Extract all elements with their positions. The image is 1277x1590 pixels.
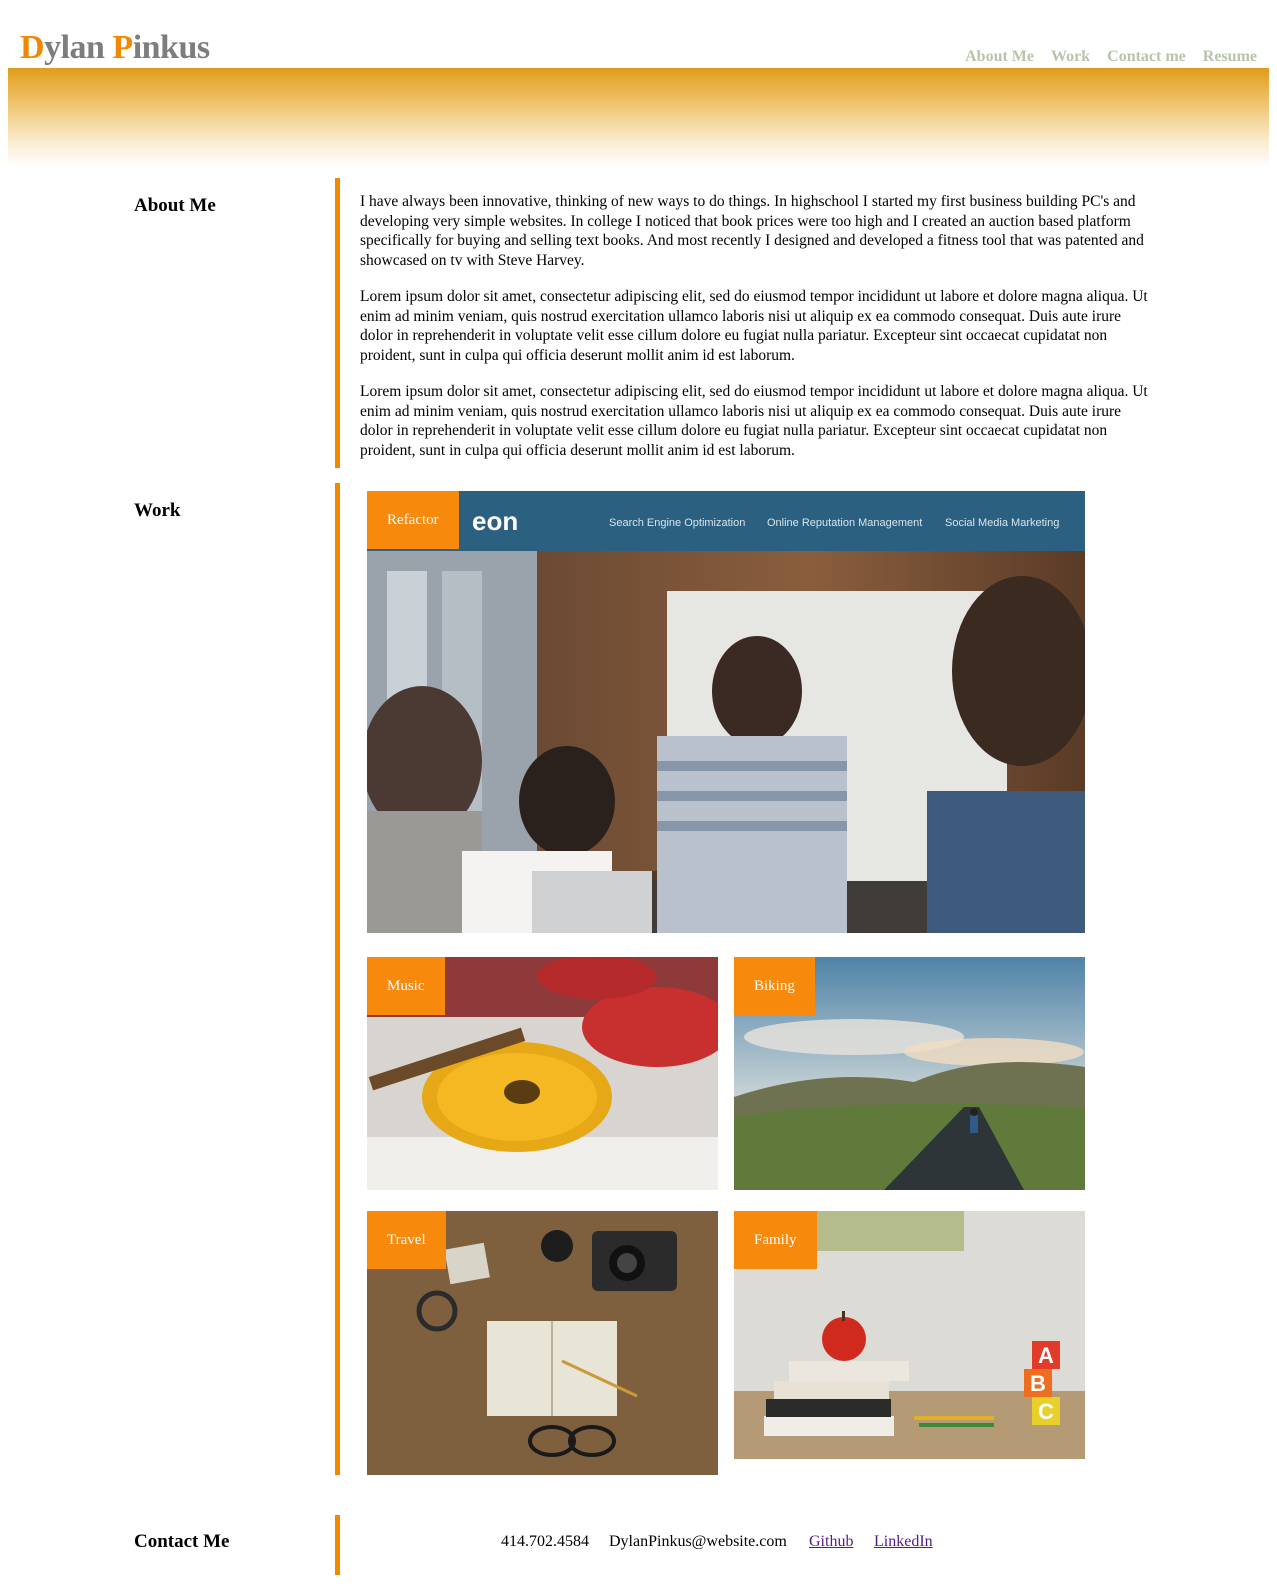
brand-first-rest: ylan xyxy=(44,29,113,66)
brand-initial-last: P xyxy=(112,29,133,66)
linkedin-link[interactable]: LinkedIn xyxy=(874,1533,933,1551)
tile-tag-family: Family xyxy=(734,1211,817,1269)
site-nav-orm: Online Reputation Management xyxy=(767,517,922,529)
tile-tag-travel: Travel xyxy=(367,1211,446,1269)
tile-tag-biking: Biking xyxy=(734,957,815,1015)
site-brand[interactable]: Dylan Pinkus xyxy=(20,28,210,68)
contact-heading: Contact Me xyxy=(134,1531,230,1552)
block-b-letter: B xyxy=(1030,1371,1046,1396)
work-tile-family[interactable]: A B C Family xyxy=(734,1211,1085,1459)
about-text: I have always been innovative, thinking … xyxy=(360,192,1150,477)
about-paragraph: Lorem ipsum dolor sit amet, consectetur … xyxy=(360,288,1148,364)
work-tile-travel[interactable]: Travel xyxy=(367,1211,718,1475)
site-header: Dylan Pinkus About Me Work Contact me Re… xyxy=(8,0,1269,170)
brand-initial-first: D xyxy=(20,29,45,66)
github-link[interactable]: Github xyxy=(809,1533,853,1551)
about-paragraph: I have always been innovative, thinking … xyxy=(360,193,1144,269)
contact-email: DylanPinkus@website.com xyxy=(609,1533,787,1550)
office-meeting-image: eon Search Engine Optimization Online Re… xyxy=(367,491,1085,933)
block-a-letter: A xyxy=(1038,1343,1054,1368)
contact-divider xyxy=(335,1515,340,1575)
about-divider xyxy=(335,178,340,468)
block-c-letter: C xyxy=(1038,1399,1054,1424)
about-heading: About Me xyxy=(134,195,216,216)
work-tile-biking[interactable]: Biking xyxy=(734,957,1085,1190)
work-tile-music[interactable]: Music xyxy=(367,957,718,1190)
brand-last-rest: inkus xyxy=(132,29,210,66)
tile-tag-music: Music xyxy=(367,957,445,1015)
tile-tag-refactor: Refactor xyxy=(367,491,459,549)
top-nav: About Me Work Contact me Resume xyxy=(952,48,1257,66)
about-paragraph: Lorem ipsum dolor sit amet, consectetur … xyxy=(360,383,1148,459)
contact-phone: 414.702.4584 xyxy=(501,1533,589,1550)
work-divider xyxy=(335,483,340,1475)
site-logo-fragment: eon xyxy=(472,506,518,536)
work-tile-refactor[interactable]: eon Search Engine Optimization Online Re… xyxy=(367,491,1085,933)
work-heading: Work xyxy=(134,500,181,521)
site-nav-smm: Social Media Marketing xyxy=(945,517,1059,529)
nav-about[interactable]: About Me xyxy=(965,48,1034,65)
site-nav-seo: Search Engine Optimization xyxy=(609,517,745,529)
nav-work[interactable]: Work xyxy=(1051,48,1090,65)
header-banner xyxy=(8,68,1269,168)
nav-contact[interactable]: Contact me xyxy=(1107,48,1186,65)
nav-resume[interactable]: Resume xyxy=(1203,48,1257,65)
